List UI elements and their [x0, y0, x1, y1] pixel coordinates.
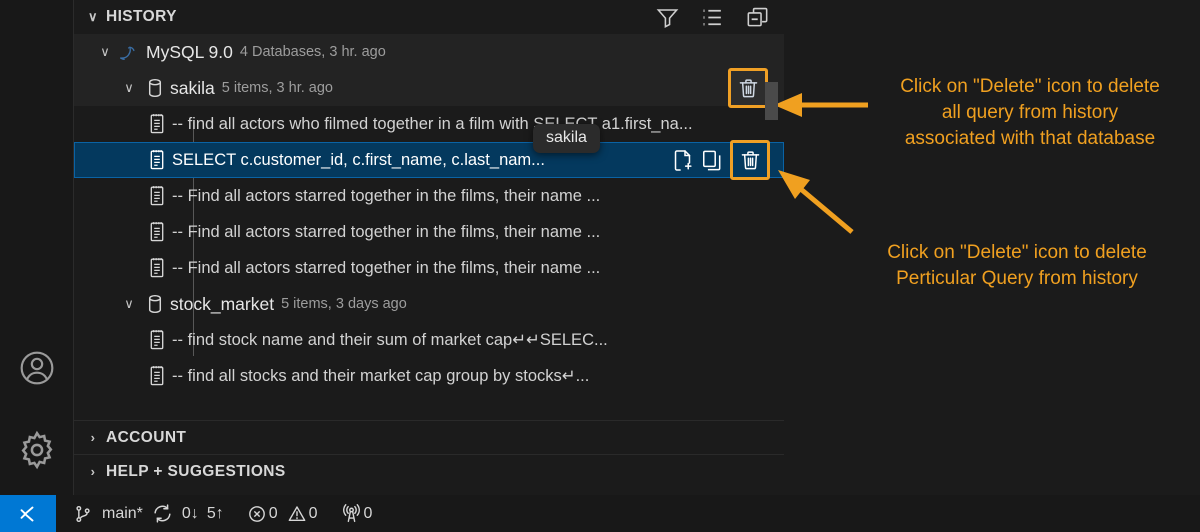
status-branch-group[interactable]: main* 0↓ 5↑	[64, 495, 224, 532]
status-bar: main* 0↓ 5↑ 0 0 0	[0, 495, 1200, 532]
tree-row-database-sakila[interactable]: ∨ sakila 5 items, 3 hr. ago	[74, 68, 784, 108]
activity-bar	[0, 0, 74, 495]
tree-row-query[interactable]: -- Find all actors starred together in t…	[74, 214, 784, 250]
list-icon[interactable]	[700, 5, 725, 30]
error-icon[interactable]	[238, 495, 269, 532]
section-title-help: HELP + SUGGESTIONS	[106, 462, 286, 480]
branch-name[interactable]: main*	[102, 505, 143, 523]
query-file-icon	[142, 328, 172, 352]
query-text: -- Find all actors starred together in t…	[172, 258, 601, 277]
tree-row-connection[interactable]: ∨ MySQL 9.0 4 Databases, 3 hr. ago	[74, 34, 784, 70]
sidebar-panel: ∨ HISTORY ∨ MySQL 9.0 4 Databases, 3 hr.…	[74, 0, 784, 495]
database-icon	[140, 76, 170, 100]
warning-count[interactable]: 0	[309, 505, 318, 523]
chevron-down-icon[interactable]: ∨	[94, 34, 116, 70]
chevron-right-icon: ›	[90, 430, 96, 445]
section-header-help[interactable]: › HELP + SUGGESTIONS	[74, 454, 784, 488]
database-name: stock_market	[170, 293, 275, 314]
query-text: -- Find all actors starred together in t…	[172, 222, 601, 241]
section-title-account: ACCOUNT	[106, 428, 187, 446]
tree-row-database-stock-market[interactable]: ∨ stock_market 5 items, 3 days ago	[74, 286, 784, 322]
sync-down-count[interactable]: 0↓	[182, 505, 199, 523]
query-row-actions	[670, 140, 770, 180]
vertical-scrollbar-thumb[interactable]	[765, 82, 778, 120]
mysql-dolphin-icon	[116, 40, 146, 64]
sync-icon[interactable]	[143, 495, 182, 532]
query-text: SELECT c.customer_id, c.first_name, c.la…	[172, 150, 545, 169]
vscode-window: ∨ HISTORY ∨ MySQL 9.0 4 Databases, 3 hr.…	[0, 0, 1200, 532]
status-problems-group[interactable]: 0 0	[238, 495, 318, 532]
database-icon	[140, 292, 170, 316]
query-text: -- find all stocks and their market cap …	[172, 367, 590, 385]
radio-count[interactable]: 0	[364, 505, 373, 523]
tree-row-query[interactable]: -- Find all actors starred together in t…	[74, 250, 784, 286]
query-file-icon	[142, 184, 172, 208]
query-text: -- Find all actors starred together in t…	[172, 186, 601, 205]
gear-icon[interactable]	[15, 428, 59, 472]
collapsed-sections: › ACCOUNT › HELP + SUGGESTIONS	[74, 420, 784, 488]
history-toolbar	[655, 0, 770, 34]
account-icon[interactable]	[15, 346, 59, 390]
tree-row-query-selected[interactable]: SELECT c.customer_id, c.first_name, c.la…	[74, 140, 784, 180]
chevron-down-icon: ∨	[88, 9, 98, 24]
query-file-icon	[142, 220, 172, 244]
hover-tooltip: sakila	[533, 124, 600, 153]
delete-icon-highlight-box	[730, 140, 770, 180]
query-text: -- find stock name and their sum of mark…	[172, 331, 608, 349]
radio-tower-icon[interactable]	[332, 495, 364, 532]
delete-icon[interactable]	[739, 149, 762, 172]
chevron-down-icon[interactable]: ∨	[118, 286, 140, 322]
annotation-database-delete: Click on "Delete" icon to delete all que…	[900, 76, 1160, 149]
arrow-to-database-delete	[774, 93, 868, 117]
database-row-actions	[728, 68, 768, 108]
database-name: sakila	[170, 77, 215, 98]
error-count[interactable]: 0	[269, 505, 278, 523]
tree-row-query[interactable]: -- Find all actors starred together in t…	[74, 178, 784, 214]
warning-icon[interactable]	[278, 495, 309, 532]
collapse-all-icon[interactable]	[745, 5, 770, 30]
remote-window-icon[interactable]	[0, 495, 56, 532]
tree-row-query[interactable]: -- find stock name and their sum of mark…	[74, 322, 784, 358]
query-file-icon	[142, 256, 172, 280]
section-title-history: HISTORY	[106, 8, 177, 25]
chevron-down-icon[interactable]: ∨	[118, 70, 140, 106]
query-file-icon	[142, 148, 172, 172]
query-file-icon	[142, 364, 172, 388]
sync-up-count[interactable]: 5↑	[207, 505, 224, 523]
source-control-branch-icon[interactable]	[64, 495, 102, 532]
copy-icon[interactable]	[700, 148, 725, 173]
connection-name: MySQL 9.0	[146, 41, 233, 62]
delete-icon-highlight-box	[728, 68, 768, 108]
database-meta: 5 items, 3 days ago	[281, 296, 407, 312]
annotation-query-delete: Click on "Delete" icon to delete Perticu…	[887, 242, 1147, 289]
database-meta: 5 items, 3 hr. ago	[221, 80, 333, 96]
delete-icon[interactable]	[737, 77, 760, 100]
chevron-right-icon: ›	[90, 464, 96, 479]
section-header-account[interactable]: › ACCOUNT	[74, 420, 784, 454]
query-text: -- find all actors who filmed together i…	[172, 114, 693, 133]
status-radio-group[interactable]: 0	[332, 495, 373, 532]
open-in-new-editor-icon[interactable]	[670, 148, 695, 173]
query-file-icon	[142, 112, 172, 136]
filter-icon[interactable]	[655, 5, 680, 30]
history-tree[interactable]: ∨ MySQL 9.0 4 Databases, 3 hr. ago ∨ sak…	[74, 34, 784, 420]
tree-row-query[interactable]: -- find all actors who filmed together i…	[74, 106, 784, 142]
tree-row-query[interactable]: -- find all stocks and their market cap …	[74, 358, 784, 394]
connection-meta: 4 Databases, 3 hr. ago	[239, 44, 386, 60]
arrow-to-query-delete	[778, 170, 854, 234]
section-header-history[interactable]: ∨ HISTORY	[74, 0, 784, 34]
